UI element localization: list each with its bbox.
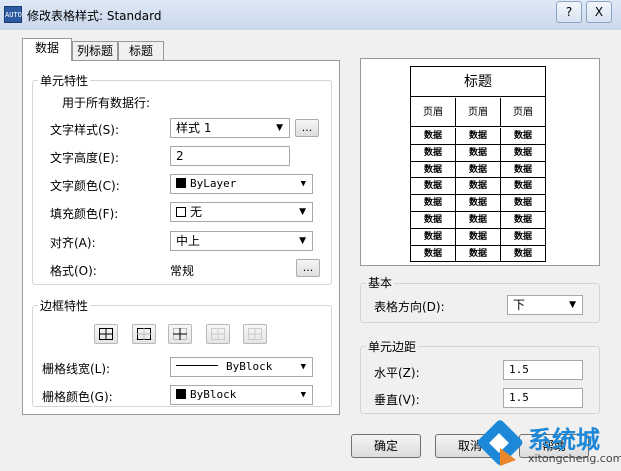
- preview-data-cell: 数据: [456, 245, 501, 263]
- preview-data-cell: 数据: [513, 248, 532, 259]
- preview-data-cell: 数据: [411, 228, 456, 246]
- line-weight-value: ByBlock: [226, 360, 273, 373]
- preview-data-cell: 数据: [456, 228, 501, 246]
- watermark-brand: 系统城: [528, 426, 600, 454]
- preview-table: 标题 页眉 页眉 页眉 数据 数据 数据 数据 数据 数据 数据 数据 数据 数据 数据 数据 数据 数据 数据数…: [410, 66, 546, 263]
- autocad-app-icon: AUTO: [4, 6, 22, 23]
- all-borders-icon: [99, 328, 113, 340]
- preview-data-cell: 数据: [456, 212, 501, 229]
- watermark-url: xitongcheng.com: [528, 452, 621, 465]
- fill-color-value: 无: [190, 205, 203, 219]
- text-style-select[interactable]: 样式 1 ▼: [170, 118, 290, 138]
- alignment-label: 对齐(A):: [50, 236, 96, 250]
- dropdown-arrow-icon: ▼: [299, 207, 306, 217]
- preview-data-cell: 数据: [456, 178, 501, 196]
- table-direction-label: 表格方向(D):: [374, 300, 445, 314]
- format-label: 格式(O):: [50, 264, 97, 278]
- preview-header-cell: 页眉: [411, 98, 456, 127]
- text-style-browse-button[interactable]: ...: [295, 119, 319, 137]
- preview-data-cell: 数据: [501, 145, 545, 162]
- text-color-value: ByLayer: [190, 177, 237, 190]
- border-properties-label: 边框特性: [38, 297, 91, 314]
- no-border-button[interactable]: [243, 324, 267, 344]
- cell-margins-label: 单元边距: [366, 338, 419, 355]
- preview-data-cell: 数据: [501, 212, 545, 229]
- line-color-label: 栅格颜色(G):: [42, 390, 113, 404]
- dropdown-arrow-icon: ▼: [569, 300, 576, 310]
- color-swatch-icon: [176, 389, 186, 399]
- vertical-margin-label: 垂直(V):: [374, 393, 420, 407]
- xitongcheng-watermark: 系统城 xitongcheng.com: [470, 418, 621, 471]
- format-browse-button[interactable]: ...: [296, 259, 320, 277]
- dropdown-arrow-icon: ▼: [300, 390, 306, 400]
- line-color-select[interactable]: ByBlock ▼: [170, 385, 313, 405]
- text-style-value: 样式 1: [176, 121, 212, 135]
- no-border-icon: [248, 328, 262, 340]
- vertical-margin-input[interactable]: 1.5: [503, 388, 583, 408]
- window-title: 修改表格样式: Standard: [27, 9, 162, 23]
- text-color-select[interactable]: ByLayer ▼: [170, 174, 313, 194]
- tab-data[interactable]: 数据: [22, 38, 72, 61]
- text-color-label: 文字颜色(C):: [50, 179, 120, 193]
- alignment-value: 中上: [176, 234, 201, 248]
- ok-button[interactable]: 确定: [351, 434, 421, 458]
- fill-color-label: 填充颜色(F):: [50, 207, 119, 221]
- cell-properties-label: 单元特性: [38, 72, 91, 89]
- preview-header-cell: 页眉: [501, 98, 545, 127]
- preview-header-cell: 页眉: [456, 98, 501, 127]
- preview-data-cell: 数据: [501, 162, 545, 179]
- dropdown-arrow-icon: ▼: [300, 179, 306, 189]
- horizontal-margin-input[interactable]: 1.5: [503, 360, 583, 380]
- preview-data-cell: 数据: [411, 245, 456, 263]
- title-bar[interactable]: AUTO 修改表格样式: Standard ? X: [0, 0, 621, 30]
- preview-data-cell: 数据: [456, 161, 501, 179]
- preview-title-cell: 标题: [411, 67, 545, 97]
- bottom-border-icon: [211, 328, 225, 340]
- outside-borders-button[interactable]: [132, 324, 156, 344]
- preview-data-cell: 数据: [456, 128, 501, 145]
- line-weight-label: 栅格线宽(L):: [42, 362, 111, 376]
- preview-data-cell: 数据: [411, 144, 456, 162]
- line-weight-select[interactable]: ByBlock ▼: [170, 357, 313, 377]
- outside-borders-icon: [137, 328, 151, 340]
- table-direction-value: 下: [513, 298, 526, 312]
- text-height-label: 文字高度(E):: [50, 151, 119, 165]
- xitongcheng-logo-icon: [477, 420, 523, 466]
- basic-group-label: 基本: [366, 274, 395, 291]
- color-swatch-icon: [176, 207, 186, 217]
- title-help-button[interactable]: ?: [556, 1, 582, 23]
- preview-data-cell: 数据: [411, 178, 456, 196]
- table-direction-select[interactable]: 下 ▼: [507, 295, 583, 315]
- color-swatch-icon: [176, 178, 186, 188]
- dropdown-arrow-icon: ▼: [299, 236, 306, 246]
- title-close-button[interactable]: X: [586, 1, 612, 23]
- text-style-label: 文字样式(S):: [50, 123, 120, 137]
- preview-data-cell: 数据: [501, 128, 545, 145]
- apply-all-rows-label: 用于所有数据行:: [62, 96, 151, 110]
- tab-title[interactable]: 标题: [118, 41, 164, 61]
- text-height-input[interactable]: 2: [170, 146, 290, 166]
- all-borders-button[interactable]: [94, 324, 118, 344]
- bottom-border-button[interactable]: [206, 324, 230, 344]
- preview-data-cell: 数据: [456, 144, 501, 162]
- horizontal-margin-label: 水平(Z):: [374, 366, 420, 380]
- preview-data-cell: 数据: [411, 212, 456, 229]
- preview-data-cell: 数据: [456, 195, 501, 212]
- tab-column-header[interactable]: 列标题: [72, 41, 118, 61]
- preview-data-cell: 数据: [501, 229, 545, 246]
- alignment-select[interactable]: 中上 ▼: [170, 231, 313, 251]
- preview-data-cell: 数据: [501, 195, 545, 212]
- dropdown-arrow-icon: ▼: [276, 123, 283, 133]
- preview-data-cell: 数据: [411, 161, 456, 179]
- inside-borders-button[interactable]: [168, 324, 192, 344]
- dropdown-arrow-icon: ▼: [300, 362, 306, 372]
- inside-borders-icon: [173, 328, 187, 340]
- format-value: 常规: [170, 264, 195, 278]
- line-sample-icon: [176, 365, 218, 366]
- preview-data-cell: 数据: [411, 195, 456, 212]
- preview-data-cell: 数据: [501, 178, 545, 196]
- line-color-value: ByBlock: [190, 388, 237, 401]
- fill-color-select[interactable]: 无 ▼: [170, 202, 313, 222]
- preview-data-cell: 数据: [411, 128, 456, 145]
